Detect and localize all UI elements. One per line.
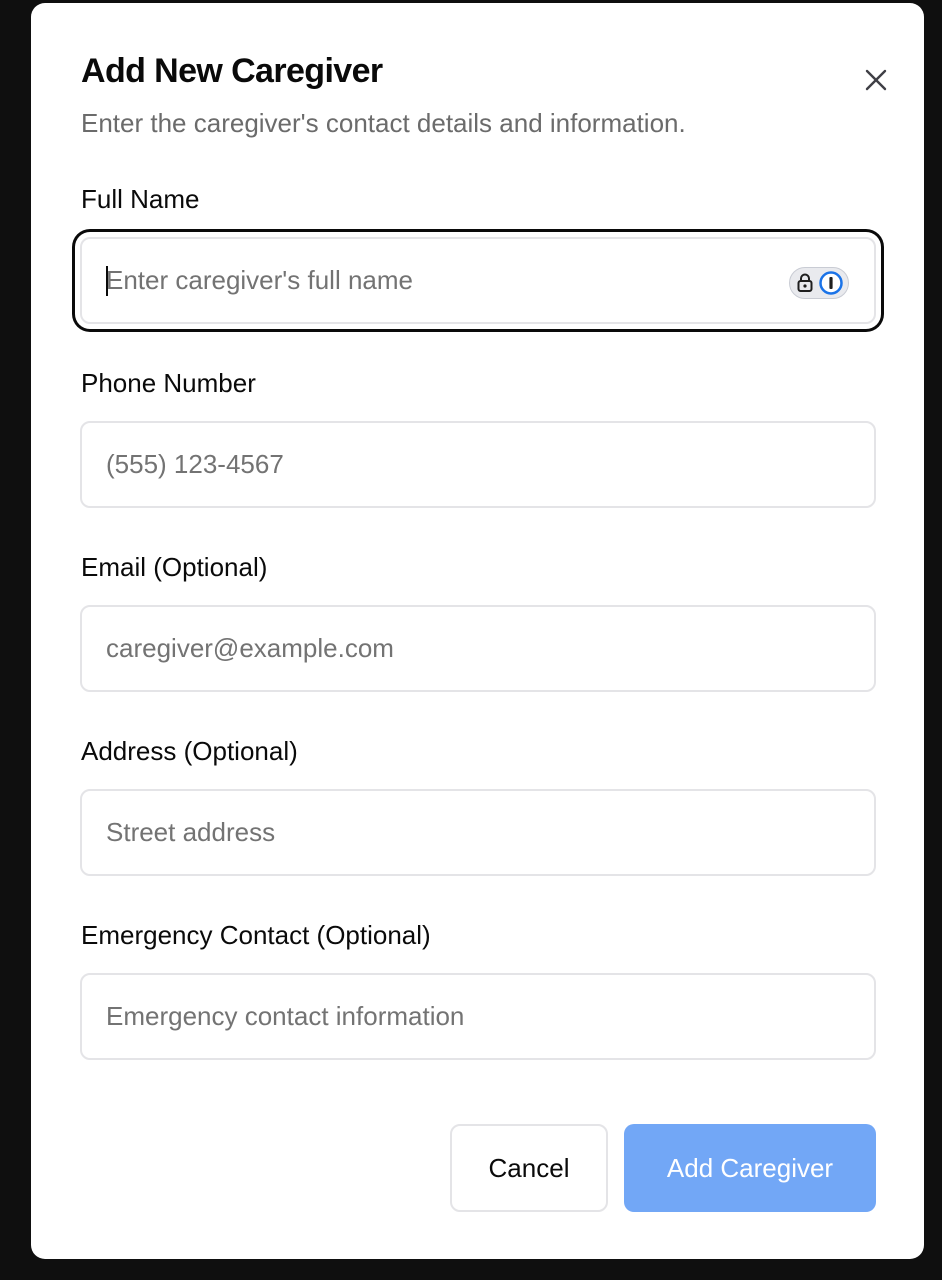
address-field[interactable] [80, 789, 876, 876]
lock-icon [797, 273, 812, 292]
phone-field[interactable] [80, 421, 876, 508]
emergency-contact-field[interactable] [80, 973, 876, 1060]
add-caregiver-dialog: Add New Caregiver Enter the caregiver's … [31, 3, 924, 1259]
dialog-title: Add New Caregiver [81, 52, 383, 90]
address-input[interactable] [106, 791, 766, 874]
emergency-contact-input[interactable] [106, 975, 766, 1058]
cancel-button[interactable]: Cancel [450, 1124, 608, 1212]
email-field[interactable] [80, 605, 876, 692]
full-name-input[interactable] [106, 239, 766, 322]
phone-label: Phone Number [81, 368, 256, 398]
close-button[interactable] [861, 65, 891, 95]
full-name-label: Full Name [81, 184, 200, 214]
address-label: Address (Optional) [81, 736, 298, 766]
add-caregiver-button[interactable]: Add Caregiver [624, 1124, 876, 1212]
password-manager-icon [818, 271, 843, 295]
full-name-field[interactable] [80, 237, 876, 324]
dialog-subtitle: Enter the caregiver's contact details an… [81, 108, 686, 138]
close-icon [865, 69, 887, 91]
email-input[interactable] [106, 607, 766, 690]
password-manager-button[interactable] [789, 267, 849, 299]
email-label: Email (Optional) [81, 552, 268, 582]
phone-input[interactable] [106, 423, 766, 506]
emergency-contact-label: Emergency Contact (Optional) [81, 920, 431, 950]
text-caret [106, 266, 108, 296]
